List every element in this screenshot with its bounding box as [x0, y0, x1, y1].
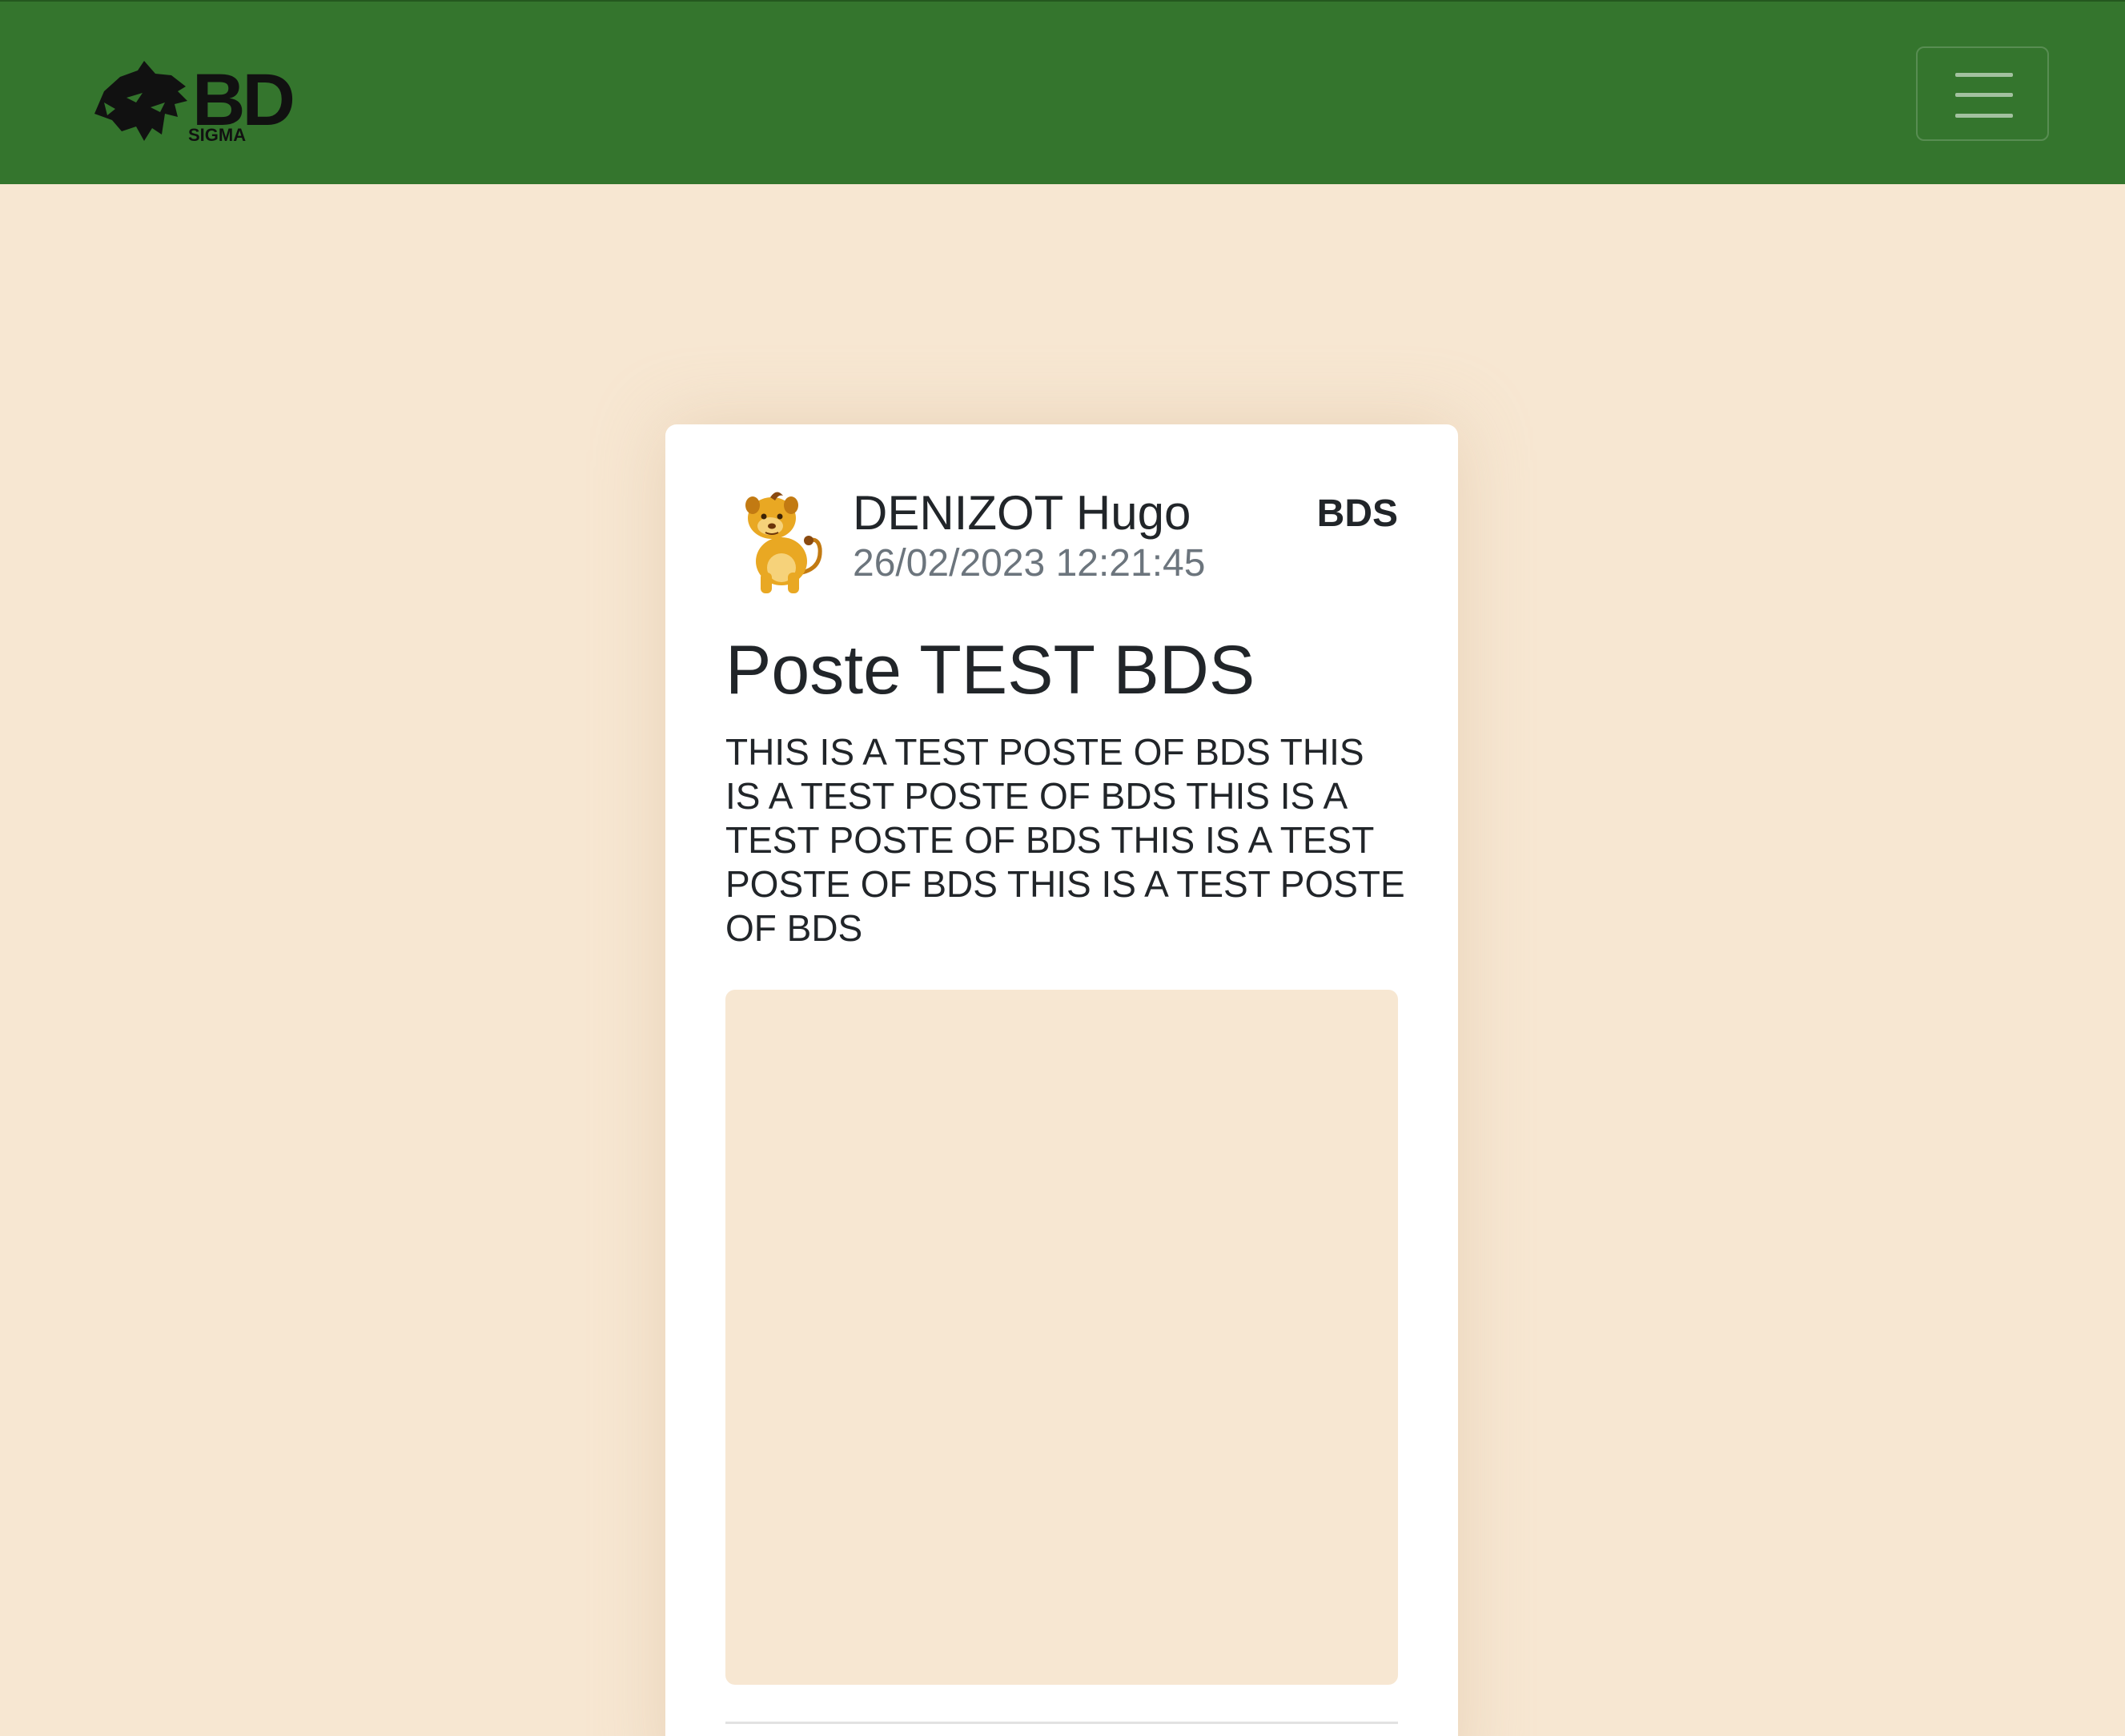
- post-card: DENIZOT Hugo 26/02/2023 12:21:45 BDS Pos…: [665, 424, 1458, 1736]
- hamburger-icon: [1955, 73, 2013, 77]
- lion-cub-icon: [745, 492, 822, 593]
- post-author[interactable]: DENIZOT Hugo: [853, 485, 1191, 540]
- post-tag: BDS: [1316, 492, 1398, 535]
- hamburger-icon-bar: [1955, 93, 2013, 97]
- logo-subtext: SIGMA: [188, 125, 246, 145]
- bde-logo[interactable]: BDE SIGMA: [88, 51, 293, 147]
- post-image-placeholder: [725, 990, 1398, 1685]
- hamburger-icon-bar: [1955, 114, 2013, 118]
- post-title: Poste TEST BDS: [725, 632, 1255, 709]
- menu-toggle-button[interactable]: [1916, 46, 2049, 141]
- divider: [725, 1722, 1398, 1724]
- post-body: THIS IS A TEST POSTE OF BDS THIS IS A TE…: [725, 731, 1405, 949]
- post-timestamp: 26/02/2023 12:21:45: [853, 542, 1206, 585]
- top-navbar: BDE SIGMA: [0, 0, 2125, 184]
- avatar[interactable]: [725, 484, 838, 597]
